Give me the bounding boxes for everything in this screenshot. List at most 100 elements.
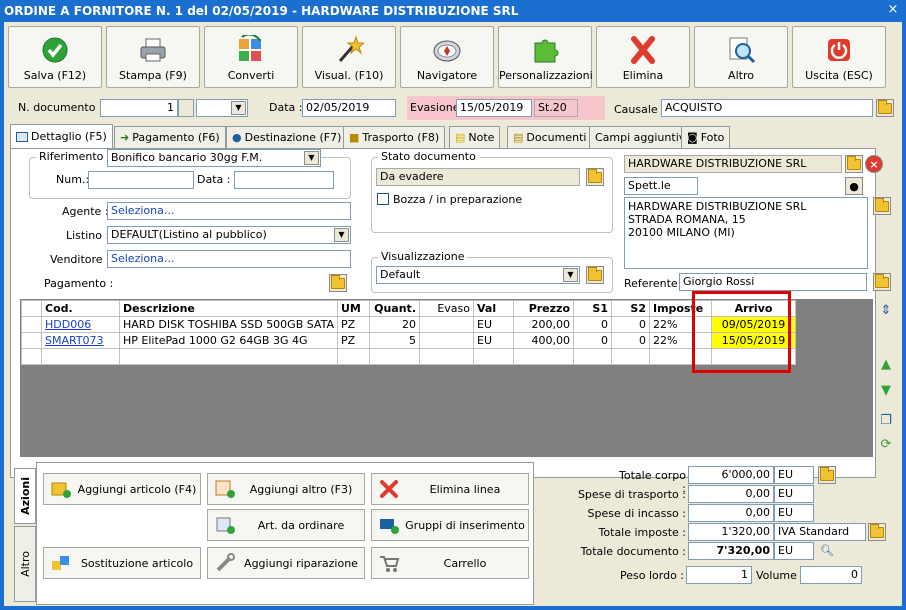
payment-select[interactable]: Bonifico bancario 30gg F.M. ▼	[107, 149, 321, 167]
articles-to-order-button[interactable]: Art. da ordinare	[207, 509, 365, 541]
col-val[interactable]: Val	[473, 300, 514, 317]
person-icon[interactable]: ●	[845, 177, 863, 195]
view-select[interactable]: Default ▼	[376, 266, 580, 284]
tab-destinazione[interactable]: ● Destinazione (F7)	[226, 126, 348, 148]
ndoc-series-select[interactable]: ▼	[196, 99, 248, 117]
cell-um[interactable]: PZ	[337, 332, 370, 349]
volume-input[interactable]: 0	[800, 566, 862, 584]
tab-campi-aggiuntivi[interactable]: Campi aggiuntivi	[589, 126, 695, 148]
cell-s1[interactable]: 0	[573, 332, 612, 349]
causale-input[interactable]: ACQUISTO	[661, 99, 873, 117]
tab-note[interactable]: ▤ Note	[449, 126, 501, 148]
salutation-input[interactable]: Spett.le	[624, 177, 698, 195]
payment-browse-button[interactable]	[329, 274, 347, 292]
tab-altro[interactable]: Altro	[14, 526, 36, 602]
col-cod[interactable]: Cod.	[41, 300, 120, 317]
row-selector[interactable]	[21, 332, 42, 349]
draft-checkbox[interactable]	[377, 193, 389, 205]
table-row[interactable]: HDD006 HARD DISK TOSHIBA SSD 500GB SATA …	[21, 316, 796, 333]
ref-date-input[interactable]	[234, 171, 334, 189]
close-icon[interactable]: ×	[886, 3, 900, 17]
cell-descrizione[interactable]: HARD DISK TOSHIBA SSD 500GB SATA	[119, 316, 338, 333]
arrow-up-icon[interactable]: ▲	[877, 355, 895, 373]
chevron-down-icon[interactable]: ▼	[334, 228, 349, 242]
add-article-button[interactable]: Aggiungi articolo (F4)	[43, 473, 201, 505]
col-evaso[interactable]: Evaso	[419, 300, 474, 317]
date-input[interactable]: 02/05/2019	[302, 99, 396, 117]
cell-um[interactable]: PZ	[337, 316, 370, 333]
gross-weight-input[interactable]: 1	[686, 566, 752, 584]
cell-evaso[interactable]	[419, 316, 474, 333]
print-button[interactable]: Stampa (F9)	[106, 26, 200, 88]
zoom-icon[interactable]: 🔍︎	[818, 541, 836, 559]
customize-button[interactable]: Personalizzazioni	[498, 26, 593, 88]
refresh-icon[interactable]: ⟳	[877, 435, 895, 453]
collection-cost-input[interactable]: 0,00	[688, 504, 774, 522]
cart-button[interactable]: Carrello	[371, 547, 529, 579]
preview-button[interactable]: Visual. (F10)	[302, 26, 396, 88]
transport-cost-input[interactable]: 0,00	[688, 485, 774, 503]
tab-azioni[interactable]: Azioni	[14, 468, 36, 524]
replace-article-button[interactable]: Sostituzione articolo	[43, 547, 201, 579]
status-browse-button[interactable]	[586, 168, 604, 186]
table-row[interactable]: SMART073 HP ElitePad 1000 G2 64GB 3G 4G …	[21, 332, 796, 349]
col-prezzo[interactable]: Prezzo	[513, 300, 574, 317]
tab-trasporto[interactable]: ■ Trasporto (F8)	[343, 126, 446, 148]
cell-s2[interactable]: 0	[611, 316, 650, 333]
cell-quant[interactable]: 20	[369, 316, 420, 333]
view-browse-button[interactable]	[586, 266, 604, 284]
cell-val[interactable]: EU	[473, 332, 514, 349]
tab-documenti[interactable]: ▤ Documenti	[507, 126, 593, 148]
cell-prezzo[interactable]: 200,00	[513, 316, 574, 333]
cell-quant[interactable]: 5	[369, 332, 420, 349]
table-row-empty[interactable]	[21, 348, 796, 365]
cell-evaso[interactable]	[419, 332, 474, 349]
delete-button[interactable]: Elimina	[596, 26, 690, 88]
add-other-button[interactable]: Aggiungi altro (F3)	[207, 473, 365, 505]
causale-browse-button[interactable]	[876, 99, 894, 117]
chevron-down-icon[interactable]: ▼	[231, 101, 246, 115]
tax-browse-button[interactable]	[868, 523, 886, 541]
contact-browse-button[interactable]	[873, 273, 891, 291]
tab-foto[interactable]: ◙ Foto	[681, 126, 731, 148]
agent-select[interactable]: Seleziona...	[107, 202, 351, 220]
ndoc-input[interactable]: 1	[100, 99, 178, 117]
delete-line-button[interactable]: Elimina linea	[371, 473, 529, 505]
chevron-down-icon[interactable]: ▼	[304, 151, 319, 165]
convert-button[interactable]: Converti	[204, 26, 298, 88]
address-box[interactable]: HARDWARE DISTRIBUZIONE SRL STRADA ROMANA…	[624, 197, 868, 269]
cell-val[interactable]: EU	[473, 316, 514, 333]
cell-cod[interactable]: SMART073	[41, 332, 120, 349]
col-um[interactable]: UM	[337, 300, 370, 317]
ndoc-spin[interactable]	[178, 99, 194, 117]
ref-num-input[interactable]	[88, 171, 194, 189]
arrow-down-icon[interactable]: ▼	[877, 381, 895, 399]
supplier-clear-icon[interactable]: ×	[865, 155, 883, 173]
more-button[interactable]: Altro	[694, 26, 788, 88]
navigator-button[interactable]: Navigatore	[400, 26, 494, 88]
seller-select[interactable]: Seleziona...	[107, 250, 351, 268]
supplier-browse-button[interactable]	[845, 155, 863, 173]
totals-browse-button[interactable]	[818, 466, 836, 484]
add-repair-button[interactable]: Aggiungi riparazione	[207, 547, 365, 579]
cell-prezzo[interactable]: 400,00	[513, 332, 574, 349]
copy-icon[interactable]: ❐	[877, 411, 895, 429]
col-s1[interactable]: S1	[573, 300, 612, 317]
cell-s2[interactable]: 0	[611, 332, 650, 349]
tab-pagamento[interactable]: ➜ Pagamento (F6)	[114, 126, 226, 148]
move-top-icon[interactable]: ⇕	[877, 301, 895, 319]
row-selector[interactable]	[21, 316, 42, 333]
contact-input[interactable]: Giorgio Rossi	[679, 273, 867, 291]
evasione-input[interactable]: 15/05/2019	[456, 99, 532, 117]
exit-button[interactable]: Uscita (ESC)	[792, 26, 886, 88]
chevron-down-icon[interactable]: ▼	[563, 268, 578, 282]
col-s2[interactable]: S2	[611, 300, 650, 317]
cell-cod[interactable]: HDD006	[41, 316, 120, 333]
tab-dettaglio[interactable]: Dettaglio (F5)	[10, 124, 113, 148]
address-browse-button[interactable]	[873, 197, 891, 215]
price-list-select[interactable]: DEFAULT(Listino al pubblico) ▼	[107, 226, 351, 244]
col-quant[interactable]: Quant.	[369, 300, 420, 317]
insertion-groups-button[interactable]: Gruppi di inserimento	[371, 509, 529, 541]
cell-descrizione[interactable]: HP ElitePad 1000 G2 64GB 3G 4G	[119, 332, 338, 349]
cell-s1[interactable]: 0	[573, 316, 612, 333]
